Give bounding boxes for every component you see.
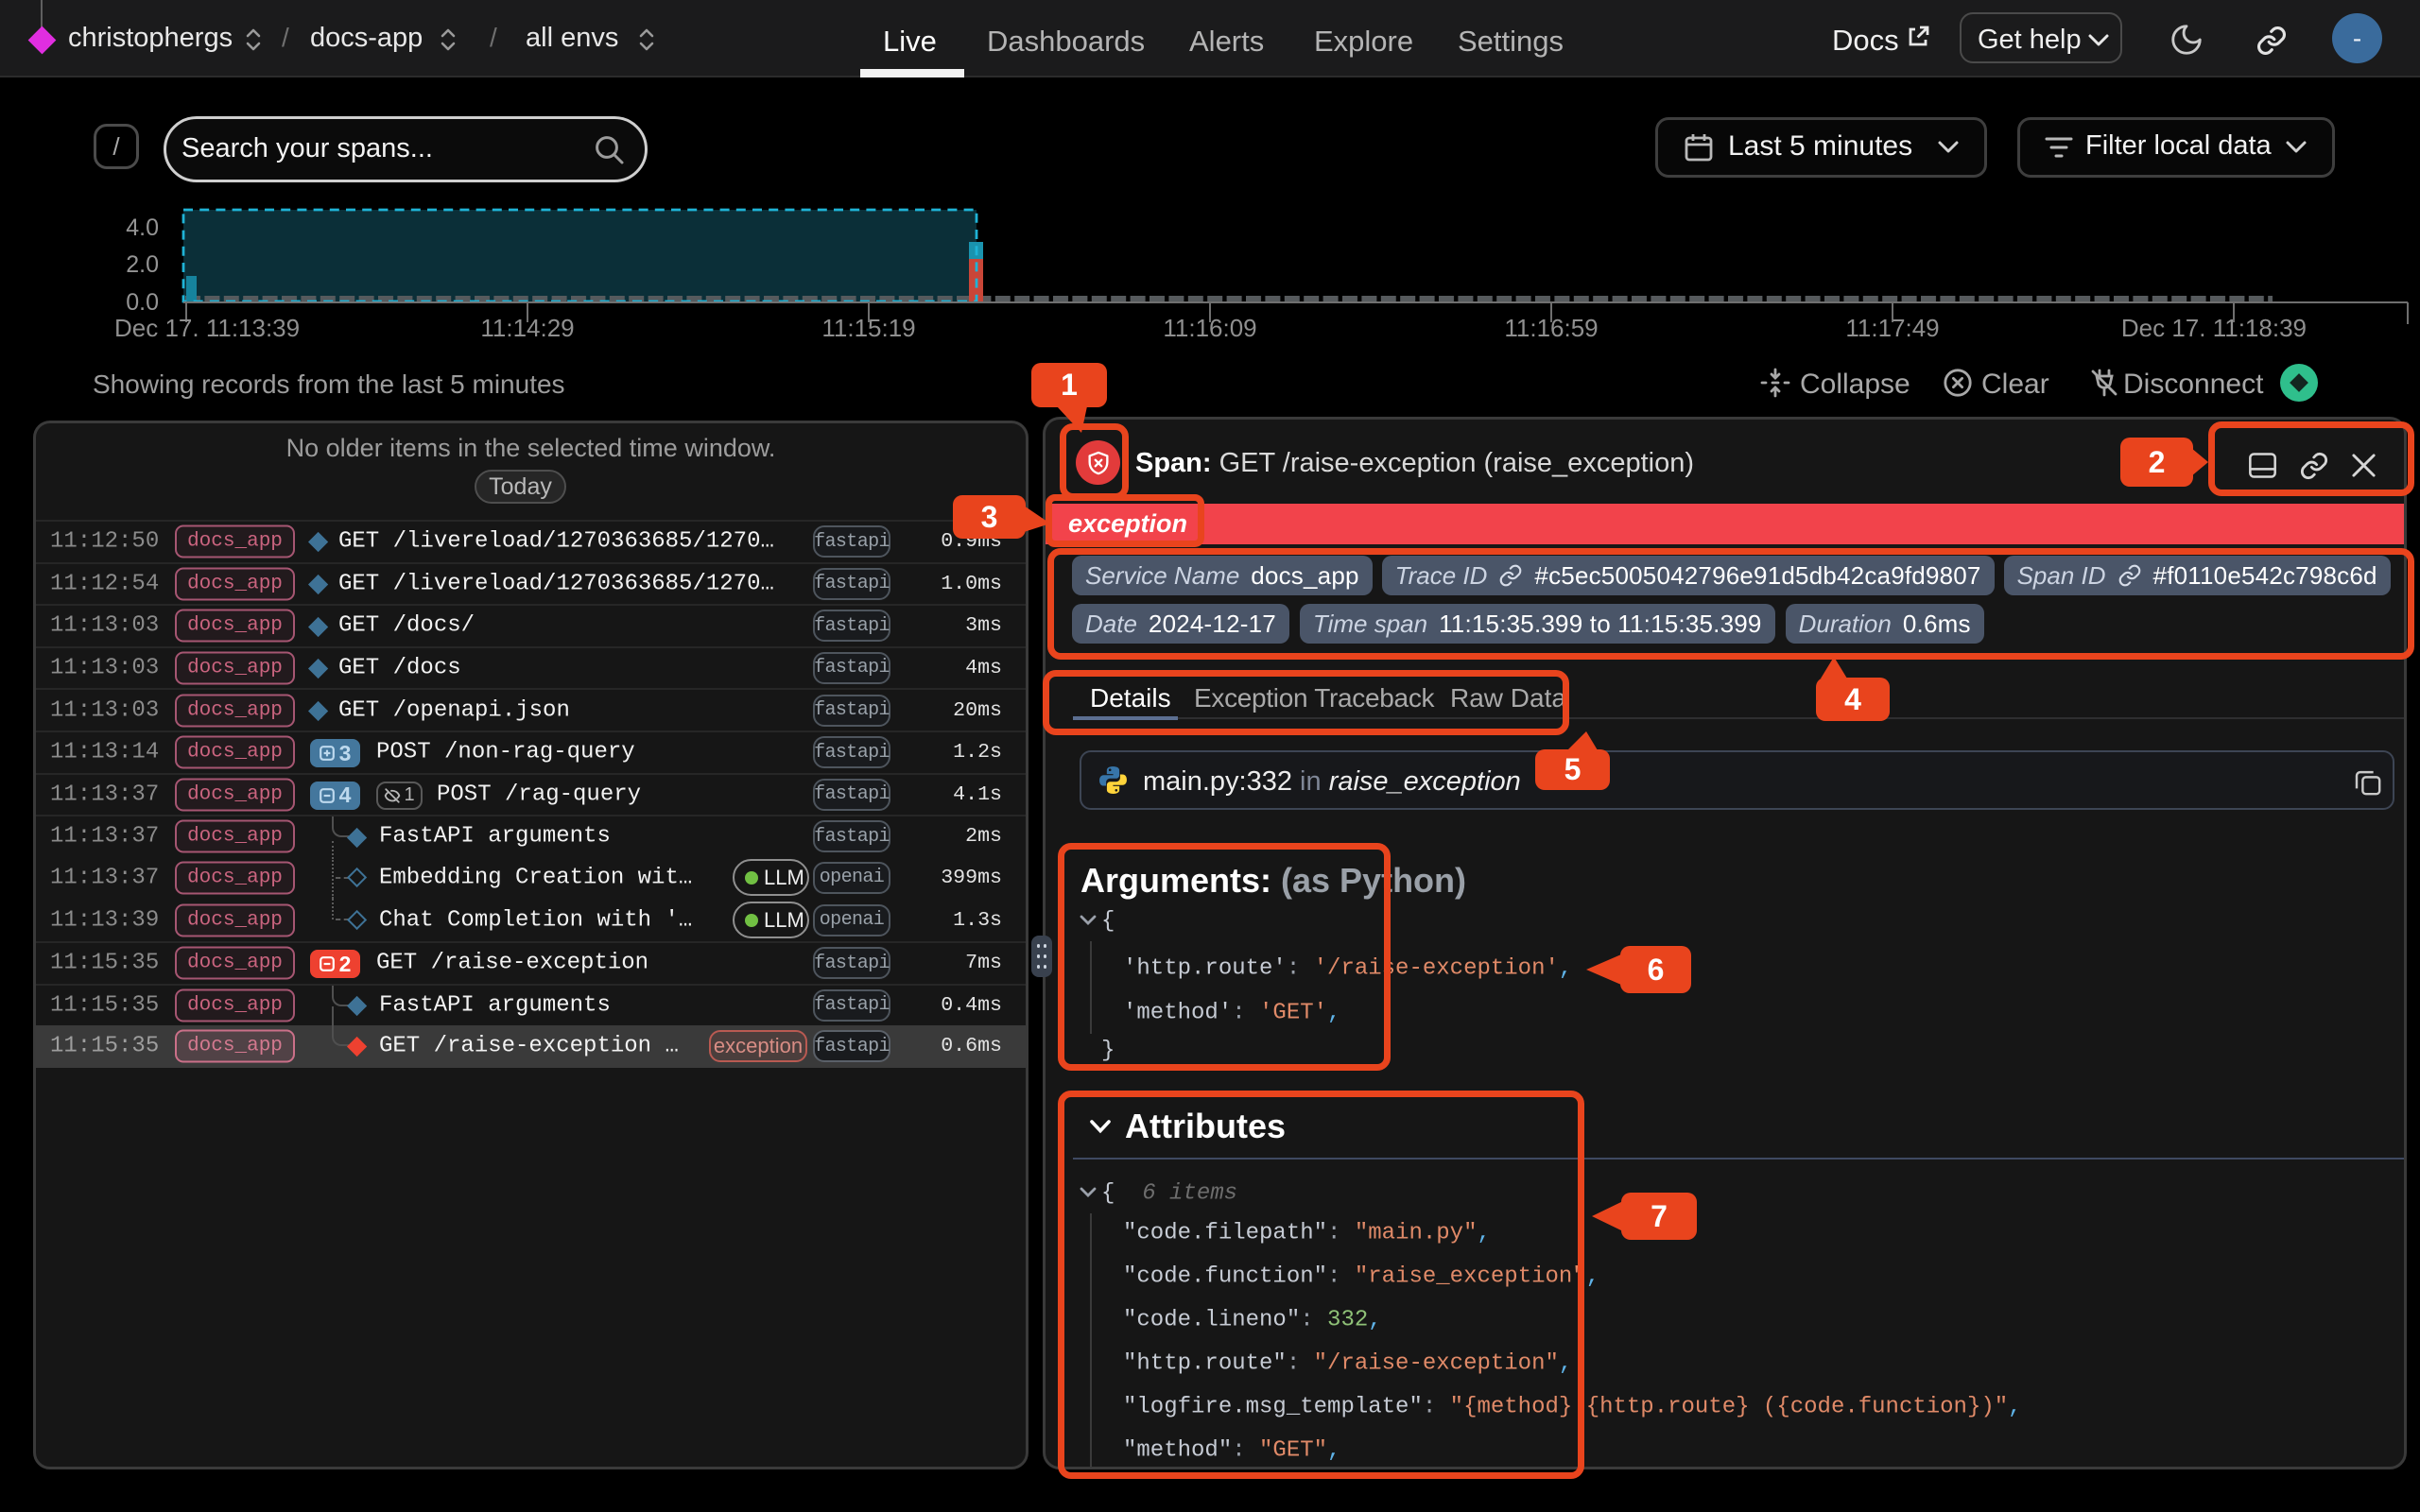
- svg-text:4.0: 4.0: [126, 215, 159, 241]
- svg-text:Dec 17. 11:13:39: Dec 17. 11:13:39: [114, 314, 300, 342]
- svg-text:11:16:59: 11:16:59: [1504, 314, 1598, 342]
- svg-text:2.0: 2.0: [126, 251, 159, 278]
- svg-text:11:15:19: 11:15:19: [821, 314, 915, 342]
- svg-text:Dec 17. 11:18:39: Dec 17. 11:18:39: [2121, 314, 2307, 342]
- svg-text:11:16:09: 11:16:09: [1163, 314, 1256, 342]
- svg-text:0.0: 0.0: [126, 289, 159, 316]
- svg-text:11:17:49: 11:17:49: [1845, 314, 1939, 342]
- svg-text:11:14:29: 11:14:29: [480, 314, 574, 342]
